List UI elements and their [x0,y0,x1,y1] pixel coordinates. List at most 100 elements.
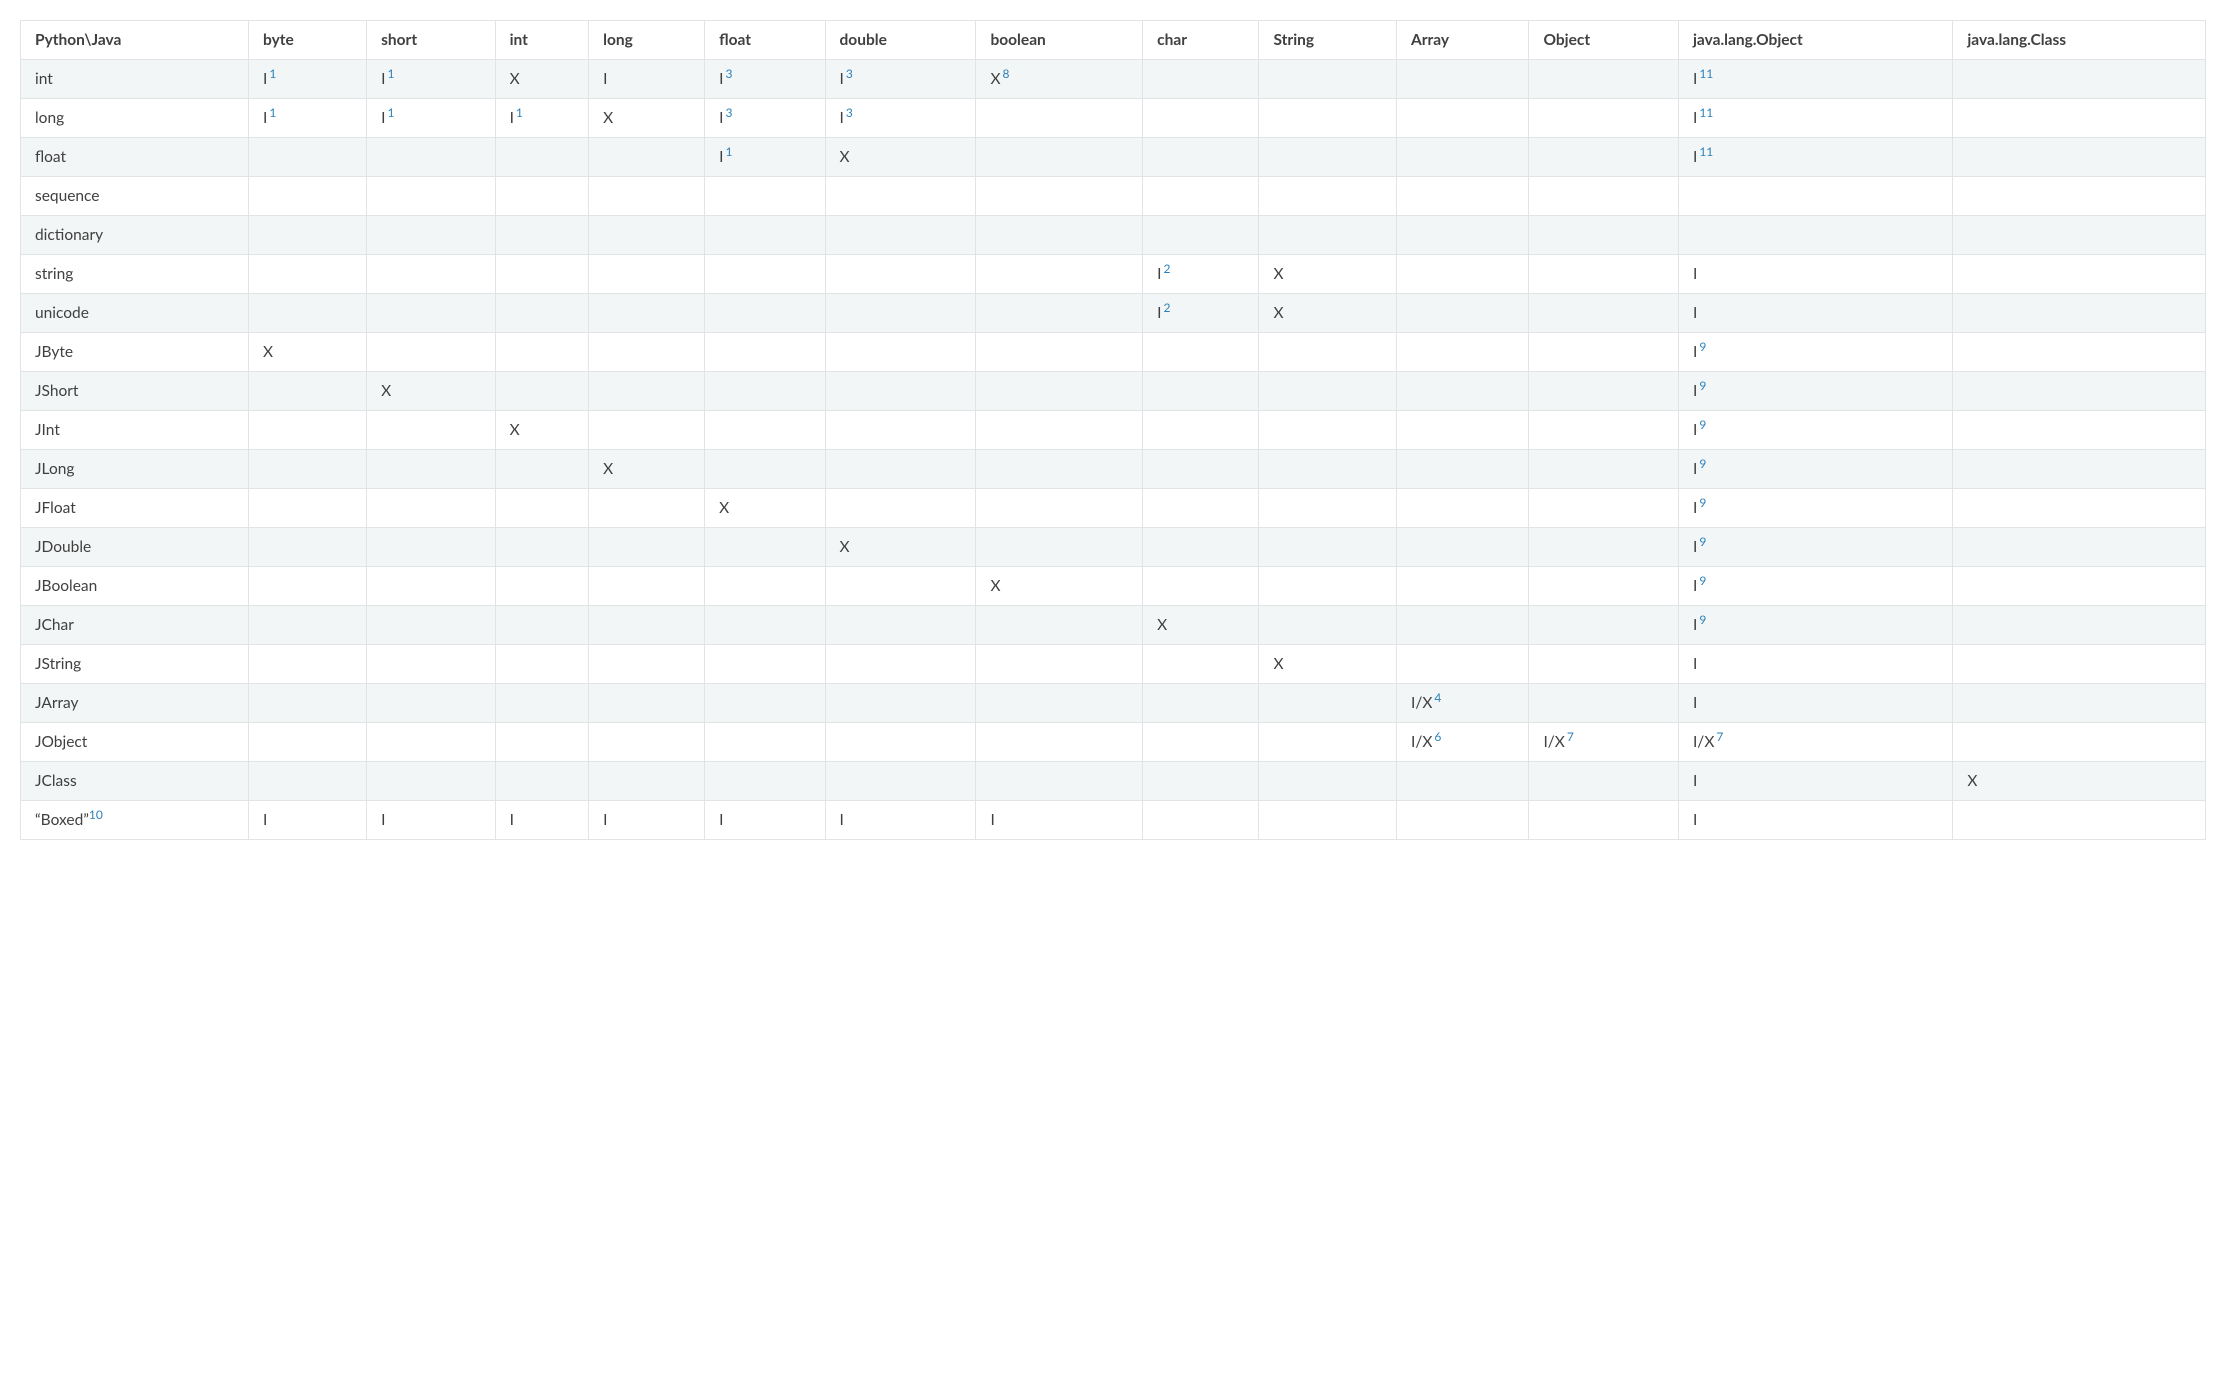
footnote-ref[interactable]: 1 [387,66,394,81]
data-cell: I [495,801,589,840]
data-cell: I [589,60,705,99]
data-cell: I9 [1678,372,1952,411]
data-cell: X [367,372,495,411]
data-cell [976,450,1143,489]
footnote-ref[interactable]: 9 [1699,495,1706,510]
data-cell [1953,606,2206,645]
data-cell [1396,294,1528,333]
data-cell [249,294,367,333]
footnote-ref[interactable]: 7 [1567,729,1574,744]
footnote-ref[interactable]: 6 [1434,729,1441,744]
data-cell [976,645,1143,684]
data-cell: I11 [1678,99,1952,138]
table-row: “Boxed”10IIIIIIII [21,801,2206,840]
footnote-ref[interactable]: 9 [1699,456,1706,471]
row-label-text: “Boxed” [35,811,89,829]
footnote-ref[interactable]: 1 [725,144,732,159]
data-cell [1953,528,2206,567]
footnote-ref[interactable]: 1 [387,105,394,120]
footnote-ref[interactable]: 3 [846,66,853,81]
footnote-ref[interactable]: 10 [89,807,103,822]
data-cell [495,723,589,762]
footnote-ref[interactable]: 1 [269,66,276,81]
data-cell [1396,99,1528,138]
data-cell [825,489,976,528]
data-cell [1396,177,1528,216]
row-label: “Boxed”10 [21,801,249,840]
footnote-ref[interactable]: 9 [1699,339,1706,354]
data-cell [1143,333,1259,372]
data-cell [495,567,589,606]
table-row: JBooleanXI9 [21,567,2206,606]
data-cell [367,411,495,450]
footnote-ref[interactable]: 9 [1699,417,1706,432]
footnote-ref[interactable]: 9 [1699,534,1706,549]
data-cell [1529,255,1679,294]
data-cell [1143,489,1259,528]
data-cell: X [825,528,976,567]
footnote-ref[interactable]: 2 [1163,300,1170,315]
data-cell: X [1953,762,2206,801]
row-label-text: JDouble [35,538,91,556]
cell-value: I [1693,655,1697,673]
cell-value: I [1157,265,1161,283]
data-cell [976,138,1143,177]
data-cell [1678,177,1952,216]
row-label: JChar [21,606,249,645]
data-cell: X [1259,645,1397,684]
footnote-ref[interactable]: 3 [725,66,732,81]
data-cell: I1 [367,99,495,138]
footnote-ref[interactable]: 9 [1699,612,1706,627]
data-cell [1529,60,1679,99]
type-conversion-table: Python\Javabyteshortintlongfloatdoublebo… [20,20,2206,840]
data-cell [825,450,976,489]
data-cell: I [976,801,1143,840]
data-cell [495,294,589,333]
footnote-ref[interactable]: 9 [1699,378,1706,393]
col-header-11: Object [1529,21,1679,60]
data-cell [1143,411,1259,450]
data-cell [249,255,367,294]
data-cell: I [1678,801,1952,840]
data-cell [825,177,976,216]
data-cell: I9 [1678,333,1952,372]
row-label: JInt [21,411,249,450]
data-cell [1259,411,1397,450]
data-cell [1529,450,1679,489]
footnote-ref[interactable]: 2 [1163,261,1170,276]
data-cell [495,645,589,684]
footnote-ref[interactable]: 9 [1699,573,1706,588]
footnote-ref[interactable]: 7 [1716,729,1723,744]
table-row: JIntXI9 [21,411,2206,450]
data-cell [1678,216,1952,255]
footnote-ref[interactable]: 4 [1434,690,1441,705]
cell-value: X [263,343,273,361]
cell-value: X [990,577,1000,595]
footnote-ref[interactable]: 3 [725,105,732,120]
data-cell [367,762,495,801]
row-label-text: JBoolean [35,577,97,595]
footnote-ref[interactable]: 11 [1699,66,1713,81]
cell-value: I [1693,772,1697,790]
data-cell [976,255,1143,294]
data-cell [976,528,1143,567]
data-cell [705,333,825,372]
footnote-ref[interactable]: 11 [1699,144,1713,159]
footnote-ref[interactable]: 1 [516,105,523,120]
cell-value: I [263,811,267,829]
data-cell [976,684,1143,723]
footnote-ref[interactable]: 11 [1699,105,1713,120]
data-cell [367,645,495,684]
data-cell [976,762,1143,801]
data-cell [589,489,705,528]
data-cell: I3 [825,99,976,138]
data-cell: I1 [495,99,589,138]
footnote-ref[interactable]: 8 [1003,66,1010,81]
data-cell [1529,801,1679,840]
col-header-7: boolean [976,21,1143,60]
data-cell [705,606,825,645]
footnote-ref[interactable]: 1 [269,105,276,120]
data-cell [1953,567,2206,606]
footnote-ref[interactable]: 3 [846,105,853,120]
row-label-text: string [35,265,73,283]
